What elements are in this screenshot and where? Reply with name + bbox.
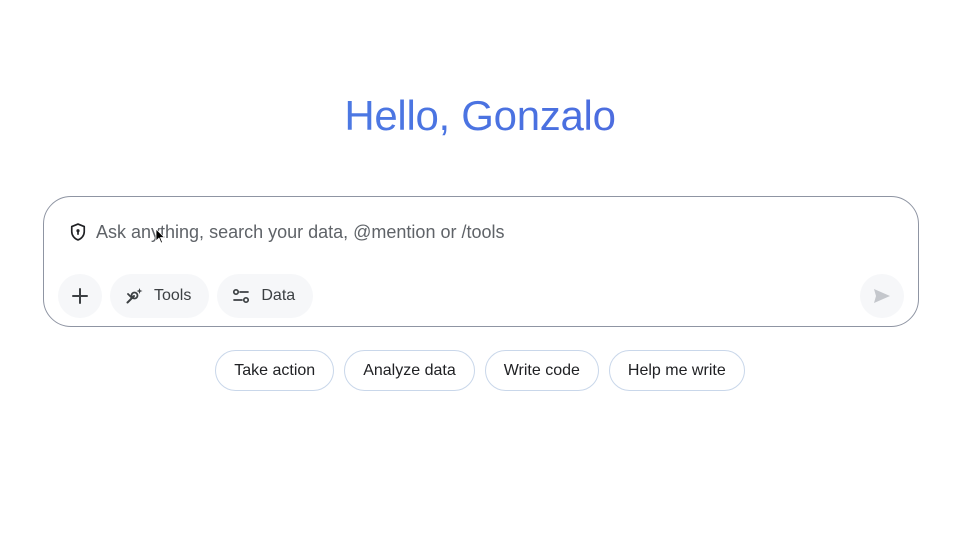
prompt-box[interactable]: Tools Data [43, 196, 919, 327]
plus-icon [72, 288, 88, 304]
prompt-input[interactable] [96, 221, 796, 243]
tools-button[interactable]: Tools [110, 274, 210, 318]
greeting-title: Hello, Gonzalo [0, 92, 960, 140]
page: Hello, Gonzalo Ask anything, search your… [0, 0, 960, 540]
suggestion-chip-analyze-data[interactable]: Analyze data [344, 350, 475, 391]
prompt-row [68, 219, 796, 245]
shield-icon [70, 223, 86, 241]
data-label: Data [261, 287, 296, 304]
prompt-toolbar: Tools Data [58, 274, 314, 318]
sliders-icon [233, 288, 250, 304]
suggestion-chip-take-action[interactable]: Take action [215, 350, 335, 391]
tools-sparkle-icon [126, 288, 143, 304]
data-button[interactable]: Data [217, 274, 314, 318]
add-button[interactable] [58, 274, 102, 318]
send-button[interactable] [860, 274, 904, 318]
tools-label: Tools [154, 287, 192, 304]
suggestion-chip-write-code[interactable]: Write code [484, 350, 599, 391]
suggestion-chip-help-me-write[interactable]: Help me write [608, 350, 745, 391]
mouse-cursor-icon [155, 228, 165, 244]
send-icon [874, 289, 890, 303]
suggestion-chips: Take action Analyze data Write code Help… [0, 350, 960, 391]
